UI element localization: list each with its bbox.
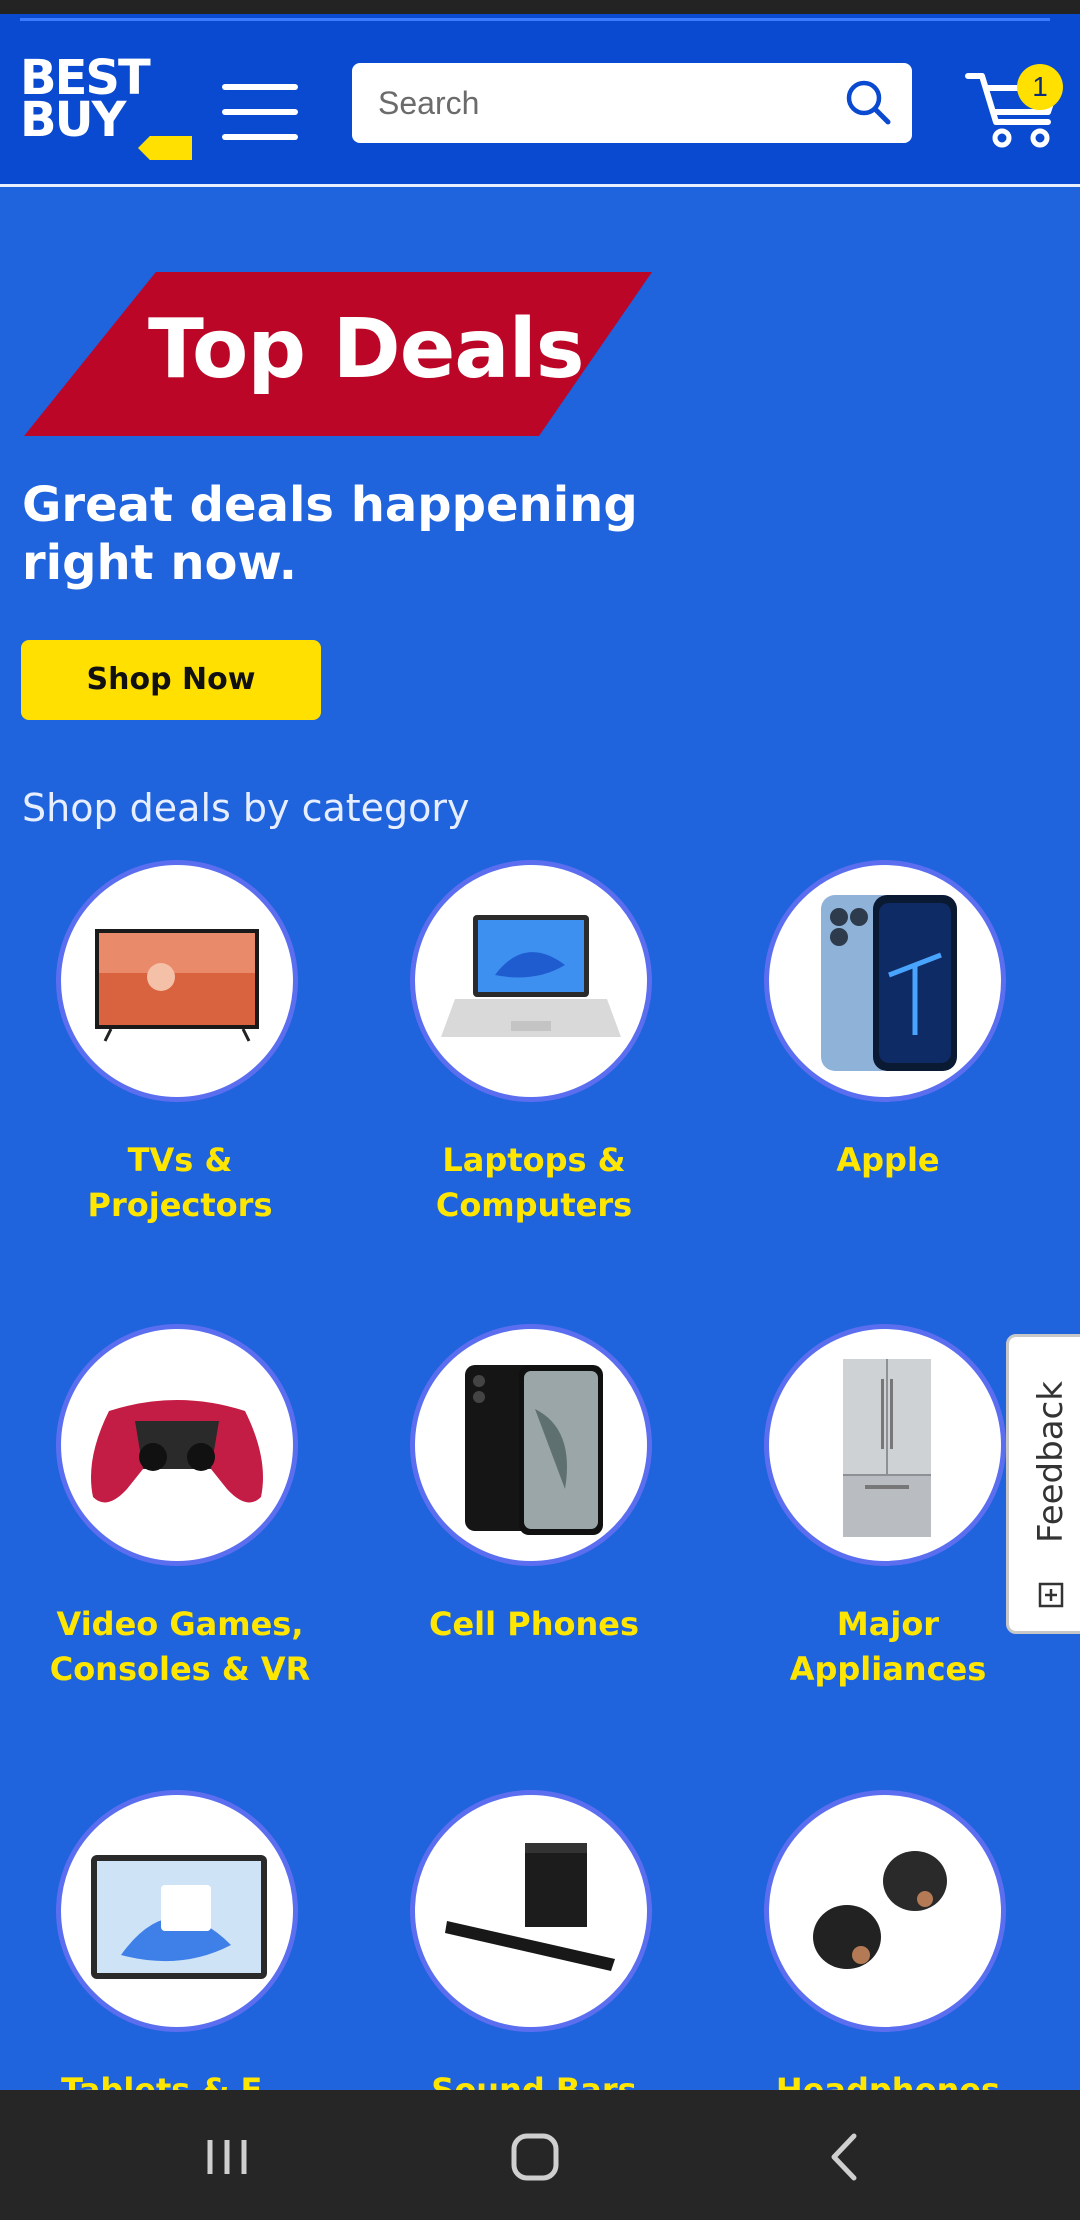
category-image <box>764 860 1006 1102</box>
header-divider <box>20 18 1050 21</box>
cart-count-badge: 1 <box>1017 64 1063 110</box>
search-input[interactable] <box>352 83 800 123</box>
smartphone-icon <box>465 1365 603 1535</box>
menu-bar <box>222 84 298 90</box>
category-section-title: Shop deals by category <box>22 786 470 830</box>
earbuds-icon <box>813 1851 947 1969</box>
laptop-icon <box>441 915 621 1037</box>
status-bar <box>0 0 1080 14</box>
feedback-icon <box>1038 1582 1064 1608</box>
back-icon[interactable] <box>810 2122 880 2192</box>
system-navigation-bar <box>0 2090 1080 2220</box>
recent-apps-icon[interactable] <box>192 2122 262 2192</box>
top-deals-banner: Top Deals <box>24 272 652 436</box>
soundbar-icon <box>445 1843 615 1971</box>
category-image <box>410 1790 652 2032</box>
logo-tag-icon <box>138 136 192 160</box>
search-icon[interactable] <box>840 75 896 131</box>
category-label: Video Games, Consoles & VR <box>49 1605 311 1688</box>
shop-now-button[interactable]: Shop Now <box>21 640 321 720</box>
home-icon[interactable] <box>500 2122 570 2192</box>
tablet-icon <box>91 1855 267 1979</box>
category-image <box>764 1790 1006 2032</box>
category-label: Laptops & Computers <box>435 1141 633 1224</box>
category-image <box>764 1324 1006 1566</box>
feedback-tab[interactable]: Feedback <box>1006 1334 1080 1634</box>
hero-subtitle: Great deals happening right now. <box>22 477 638 591</box>
search-bar[interactable] <box>352 63 912 143</box>
top-deals-title: Top Deals <box>148 302 585 397</box>
menu-bar <box>222 134 298 140</box>
feedback-label: Feedback <box>1031 1381 1071 1543</box>
best-buy-logo[interactable]: BEST BUY <box>20 54 192 166</box>
category-label: Apple <box>836 1141 940 1179</box>
iphone-icon <box>821 895 957 1071</box>
category-label: TVs & Projectors <box>87 1141 273 1224</box>
category-label: Major Appliances <box>789 1605 987 1688</box>
menu-bar <box>222 109 298 115</box>
game-controller-icon <box>91 1400 263 1503</box>
refrigerator-icon <box>843 1359 931 1537</box>
app-header: BEST BUY 1 <box>0 14 1080 187</box>
hamburger-menu-button[interactable] <box>222 84 298 140</box>
category-image <box>410 860 652 1102</box>
category-image <box>56 860 298 1102</box>
tv-icon <box>95 929 259 1042</box>
logo-text-bottom: BUY <box>20 92 126 148</box>
category-label: Cell Phones <box>428 1605 639 1643</box>
category-image <box>410 1324 652 1566</box>
category-image <box>56 1324 298 1566</box>
category-image <box>56 1790 298 2032</box>
